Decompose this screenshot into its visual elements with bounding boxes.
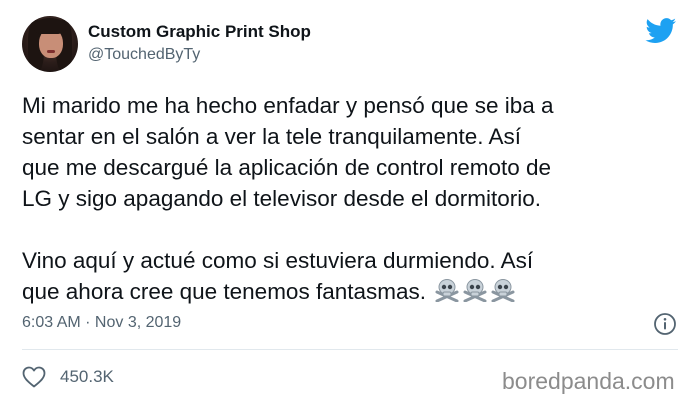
- tweet-card: Custom Graphic Print Shop @TouchedByTy M…: [0, 0, 700, 403]
- watermark: boredpanda.com: [502, 368, 675, 394]
- twitter-bird-icon[interactable]: [645, 18, 677, 44]
- heart-icon[interactable]: [22, 366, 46, 388]
- tweet-timestamp[interactable]: 6:03 AM · Nov 3, 2019: [22, 314, 181, 332]
- info-icon[interactable]: [653, 312, 677, 336]
- author-handle[interactable]: @TouchedByTy: [88, 46, 200, 64]
- divider: [22, 349, 678, 350]
- tweet-paragraph-2-wrap: Vino aquí y actué como si estuviera durm…: [22, 245, 682, 310]
- skull-crossbones-icon: [435, 279, 459, 302]
- author-display-name[interactable]: Custom Graphic Print Shop: [88, 22, 311, 42]
- skull-crossbones-icon: [463, 279, 487, 302]
- tweet-paragraph-1: Mi marido me ha hecho enfadar y pensó qu…: [22, 93, 554, 211]
- like-count: 450.3K: [60, 367, 114, 386]
- avatar[interactable]: [22, 16, 78, 72]
- skull-crossbones-icon: [491, 279, 515, 302]
- emoji-group: [434, 278, 518, 310]
- tweet-text: Mi marido me ha hecho enfadar y pensó qu…: [22, 90, 682, 310]
